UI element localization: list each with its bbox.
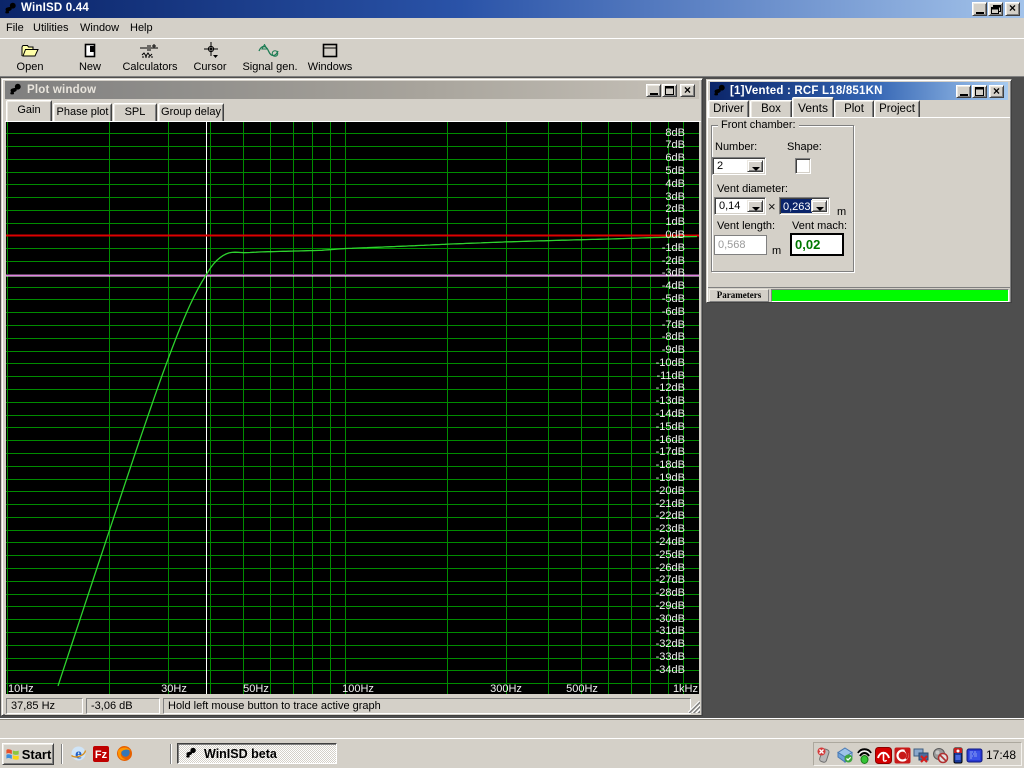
svg-text:30Hz: 30Hz xyxy=(161,683,187,694)
svg-text:-11dB: -11dB xyxy=(656,370,685,382)
svg-text:-8dB: -8dB xyxy=(662,331,685,343)
svg-text:-20dB: -20dB xyxy=(656,485,685,497)
svg-text:-15dB: -15dB xyxy=(656,421,685,433)
svg-text:-4dB: -4dB xyxy=(662,280,685,292)
svg-text:-6dB: -6dB xyxy=(662,306,685,318)
svg-text:-21dB: -21dB xyxy=(656,498,685,510)
svg-text:e: e xyxy=(75,747,82,763)
svg-text:5dB: 5dB xyxy=(665,165,685,177)
svg-text:0dB: 0dB xyxy=(665,229,685,241)
svg-text:4dB: 4dB xyxy=(665,178,685,190)
svg-text:-32dB: -32dB xyxy=(656,638,685,650)
svg-text:1dB: 1dB xyxy=(665,216,685,228)
svg-text:-26dB: -26dB xyxy=(656,562,685,574)
svg-text:-29dB: -29dB xyxy=(656,600,685,612)
svg-text:-3dB: -3dB xyxy=(662,267,685,279)
svg-text:10Hz: 10Hz xyxy=(8,683,34,694)
svg-text:-16dB: -16dB xyxy=(656,434,685,446)
svg-text:Fz: Fz xyxy=(95,749,108,761)
svg-text:-10dB: -10dB xyxy=(656,357,685,369)
svg-text:500Hz: 500Hz xyxy=(566,683,598,694)
svg-text:-9dB: -9dB xyxy=(662,344,685,356)
svg-text:6dB: 6dB xyxy=(665,152,685,164)
svg-text:-23dB: -23dB xyxy=(656,523,685,535)
svg-text:-25dB: -25dB xyxy=(656,549,685,561)
svg-text:-1dB: -1dB xyxy=(662,242,685,254)
svg-text:-24dB: -24dB xyxy=(656,536,685,548)
svg-text:50Hz: 50Hz xyxy=(243,683,269,694)
svg-text:-28dB: -28dB xyxy=(656,587,685,599)
svg-text:-34dB: -34dB xyxy=(656,664,685,676)
svg-text:8dB: 8dB xyxy=(665,127,685,139)
svg-text:100Hz: 100Hz xyxy=(342,683,374,694)
svg-text:-22dB: -22dB xyxy=(656,510,685,522)
svg-text:-17dB: -17dB xyxy=(656,446,685,458)
svg-text:-18dB: -18dB xyxy=(656,459,685,471)
svg-text:-2dB: -2dB xyxy=(662,255,685,267)
svg-text:-31dB: -31dB xyxy=(656,625,685,637)
svg-text:-13dB: -13dB xyxy=(656,395,685,407)
svg-text:-14dB: -14dB xyxy=(656,408,685,420)
svg-text:3dB: 3dB xyxy=(665,191,685,203)
svg-text:-27dB: -27dB xyxy=(656,574,685,586)
svg-text:300Hz: 300Hz xyxy=(490,683,522,694)
svg-text:1kHz: 1kHz xyxy=(673,683,698,694)
svg-text:2dB: 2dB xyxy=(665,203,685,215)
svg-text:7dB: 7dB xyxy=(665,139,685,151)
svg-text:-5dB: -5dB xyxy=(662,293,685,305)
svg-text:-30dB: -30dB xyxy=(656,613,685,625)
svg-text:-33dB: -33dB xyxy=(656,651,685,663)
svg-text:-19dB: -19dB xyxy=(656,472,685,484)
svg-text:-12dB: -12dB xyxy=(656,382,685,394)
svg-text:-7dB: -7dB xyxy=(662,319,685,331)
